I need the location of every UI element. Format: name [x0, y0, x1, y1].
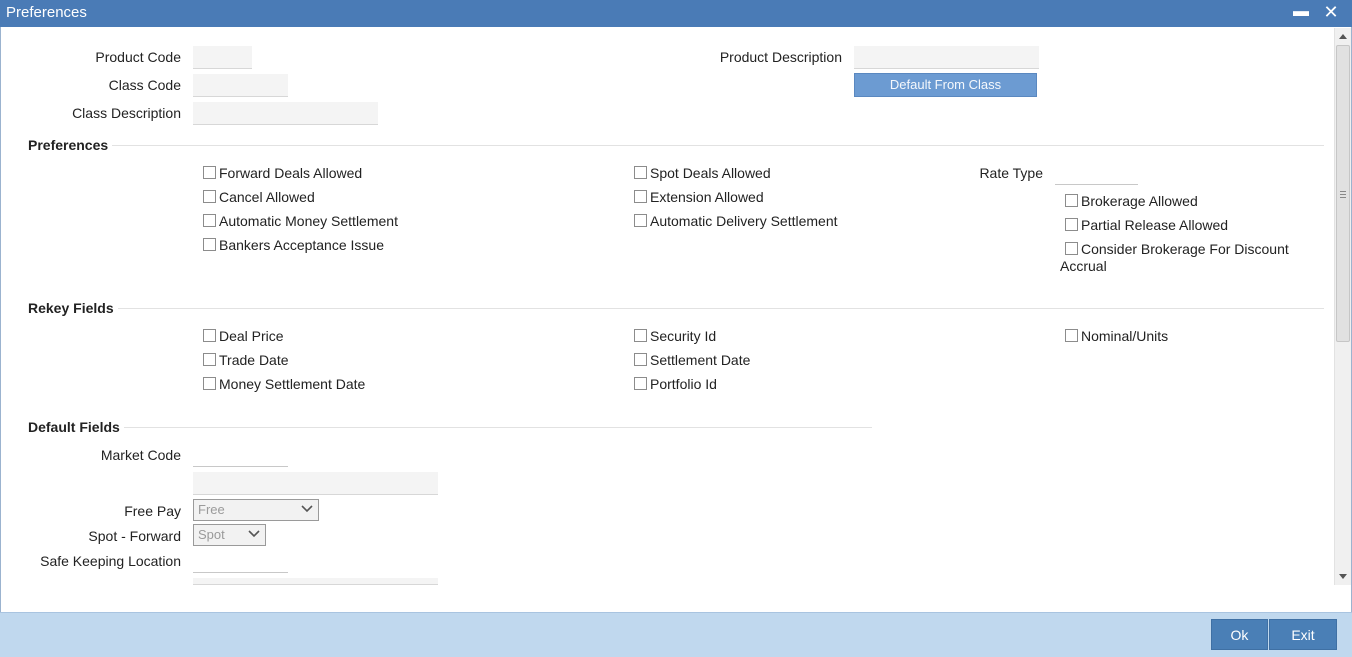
- free-pay-select[interactable]: Free: [193, 499, 319, 521]
- scroll-up-arrow-icon[interactable]: [1339, 34, 1347, 39]
- nominal-units-checkbox[interactable]: Nominal/Units: [1065, 328, 1168, 344]
- exit-button[interactable]: Exit: [1269, 619, 1337, 650]
- checkbox-box[interactable]: [1065, 194, 1078, 207]
- product-code-label: Product Code: [95, 49, 181, 65]
- minimize-icon[interactable]: ▬: [1289, 0, 1313, 26]
- extension-allowed-checkbox[interactable]: Extension Allowed: [634, 189, 764, 205]
- scroll-down-arrow-icon[interactable]: [1339, 574, 1347, 579]
- vertical-scrollbar[interactable]: [1334, 28, 1351, 585]
- forward-deals-allowed-checkbox[interactable]: Forward Deals Allowed: [203, 165, 362, 181]
- safe-keeping-location-description-input[interactable]: [193, 578, 438, 585]
- chevron-down-icon: [248, 530, 260, 538]
- automatic-delivery-settlement-checkbox[interactable]: Automatic Delivery Settlement: [634, 213, 838, 229]
- checkbox-label: Cancel Allowed: [219, 189, 315, 205]
- checkbox-label: Extension Allowed: [650, 189, 764, 205]
- checkbox-box[interactable]: [1065, 242, 1078, 255]
- checkbox-box[interactable]: [634, 353, 647, 366]
- spot-deals-allowed-checkbox[interactable]: Spot Deals Allowed: [634, 165, 771, 181]
- default-from-class-button[interactable]: Default From Class: [854, 73, 1037, 97]
- checkbox-box[interactable]: [634, 166, 647, 179]
- checkbox-box[interactable]: [203, 166, 216, 179]
- spot-forward-selected-value: Spot: [198, 527, 225, 542]
- spot-forward-label: Spot - Forward: [88, 528, 181, 544]
- preferences-heading: Preferences: [28, 137, 109, 153]
- checkbox-label: Automatic Delivery Settlement: [650, 213, 838, 229]
- checkbox-label-line2: Accrual: [1060, 258, 1107, 274]
- free-pay-selected-value: Free: [198, 502, 225, 517]
- checkbox-box[interactable]: [634, 214, 647, 227]
- checkbox-label: Spot Deals Allowed: [650, 165, 771, 181]
- checkbox-box[interactable]: [1065, 218, 1078, 231]
- portfolio-id-checkbox[interactable]: Portfolio Id: [634, 376, 717, 392]
- automatic-money-settlement-checkbox[interactable]: Automatic Money Settlement: [203, 213, 398, 229]
- default-fields-divider: [124, 427, 872, 428]
- checkbox-label: Consider Brokerage For Discount: [1081, 241, 1289, 257]
- class-code-label: Class Code: [108, 77, 181, 93]
- rate-type-label: Rate Type: [979, 165, 1043, 181]
- class-code-input[interactable]: [193, 74, 288, 97]
- product-code-input[interactable]: [193, 46, 252, 69]
- window-title: Preferences: [6, 4, 87, 21]
- grip-icon: [1340, 191, 1346, 198]
- ok-button[interactable]: Ok: [1211, 619, 1268, 650]
- spot-forward-select[interactable]: Spot: [193, 524, 266, 546]
- checkbox-box[interactable]: [203, 238, 216, 251]
- product-description-input[interactable]: [854, 46, 1039, 69]
- close-icon[interactable]: ✕: [1319, 0, 1343, 26]
- checkbox-label: Brokerage Allowed: [1081, 193, 1198, 209]
- chevron-down-icon: [301, 505, 313, 513]
- market-code-label: Market Code: [100, 447, 181, 463]
- dialog-footer: Ok Exit: [0, 612, 1352, 657]
- checkbox-box[interactable]: [203, 377, 216, 390]
- cancel-allowed-checkbox[interactable]: Cancel Allowed: [203, 189, 315, 205]
- money-settlement-date-checkbox[interactable]: Money Settlement Date: [203, 376, 365, 392]
- checkbox-box[interactable]: [1065, 329, 1078, 342]
- free-pay-label: Free Pay: [124, 503, 181, 519]
- preferences-divider: [112, 145, 1324, 146]
- scrollbar-thumb[interactable]: [1336, 45, 1350, 342]
- checkbox-box[interactable]: [634, 329, 647, 342]
- rekey-fields-heading: Rekey Fields: [28, 300, 114, 316]
- default-fields-heading: Default Fields: [28, 419, 120, 435]
- safe-keeping-location-label: Safe Keeping Location: [40, 553, 181, 569]
- rate-type-input[interactable]: [1055, 162, 1138, 185]
- brokerage-allowed-checkbox[interactable]: Brokerage Allowed: [1065, 193, 1198, 209]
- checkbox-box[interactable]: [203, 329, 216, 342]
- checkbox-label: Partial Release Allowed: [1081, 217, 1229, 233]
- consider-brokerage-for-discount-accrual-checkbox[interactable]: Consider Brokerage For Discount Accrual: [1060, 241, 1289, 274]
- checkbox-label: Deal Price: [219, 328, 284, 344]
- bankers-acceptance-issue-checkbox[interactable]: Bankers Acceptance Issue: [203, 237, 384, 253]
- checkbox-label: Security Id: [650, 328, 717, 344]
- settlement-date-checkbox[interactable]: Settlement Date: [634, 352, 750, 368]
- checkbox-label: Trade Date: [219, 352, 289, 368]
- class-description-label: Class Description: [72, 105, 181, 121]
- checkbox-label: Bankers Acceptance Issue: [219, 237, 384, 253]
- checkbox-label: Automatic Money Settlement: [219, 213, 398, 229]
- checkbox-box[interactable]: [634, 190, 647, 203]
- checkbox-label: Portfolio Id: [650, 376, 717, 392]
- class-description-input[interactable]: [193, 102, 378, 125]
- deal-price-checkbox[interactable]: Deal Price: [203, 328, 284, 344]
- checkbox-label: Money Settlement Date: [219, 376, 366, 392]
- security-id-checkbox[interactable]: Security Id: [634, 328, 716, 344]
- checkbox-box[interactable]: [203, 214, 216, 227]
- safe-keeping-location-input[interactable]: [193, 550, 288, 573]
- trade-date-checkbox[interactable]: Trade Date: [203, 352, 289, 368]
- partial-release-allowed-checkbox[interactable]: Partial Release Allowed: [1065, 217, 1228, 233]
- checkbox-label: Forward Deals Allowed: [219, 165, 363, 181]
- window-titlebar: Preferences ▬ ✕: [0, 0, 1352, 27]
- checkbox-label: Settlement Date: [650, 352, 751, 368]
- rekey-divider: [118, 308, 1324, 309]
- product-description-label: Product Description: [719, 49, 842, 65]
- checkbox-box[interactable]: [634, 377, 647, 390]
- market-code-description-input[interactable]: [193, 472, 438, 495]
- market-code-input[interactable]: [193, 444, 288, 467]
- checkbox-label: Nominal/Units: [1081, 328, 1169, 344]
- checkbox-box[interactable]: [203, 190, 216, 203]
- checkbox-box[interactable]: [203, 353, 216, 366]
